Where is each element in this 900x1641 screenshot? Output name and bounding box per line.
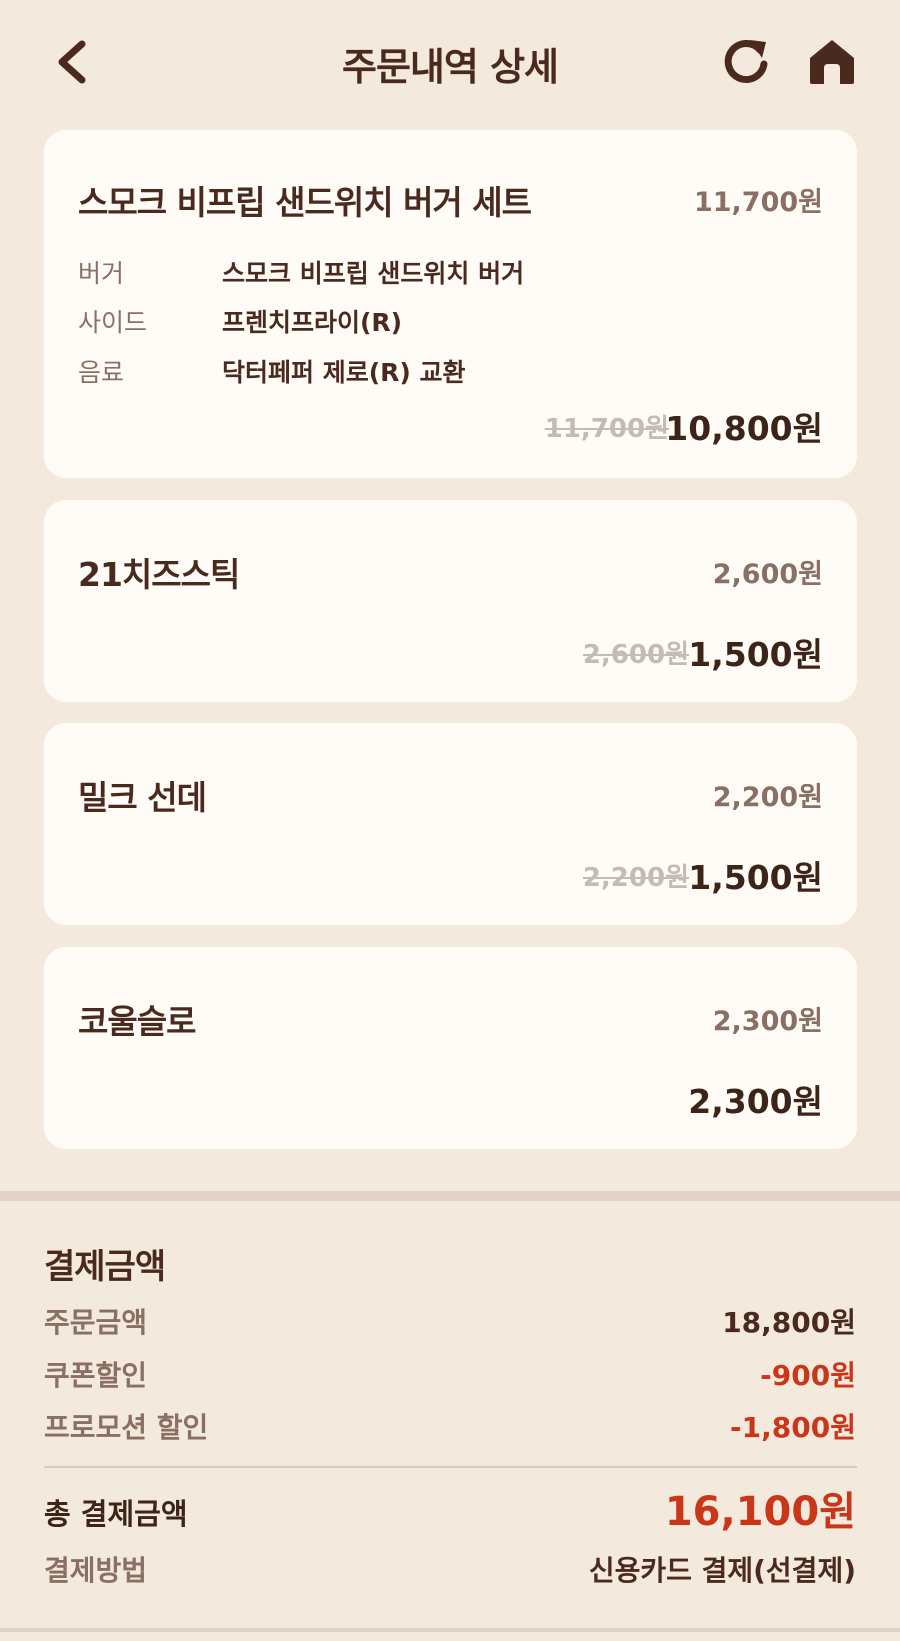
item-name: 밀크 선데 xyxy=(78,778,207,817)
payment-method-label: 결제방법 xyxy=(44,1554,148,1587)
order-amount-label: 주문금액 xyxy=(44,1306,148,1339)
section-divider xyxy=(0,1191,900,1201)
item-unit-price: 11,700원 xyxy=(693,187,823,218)
option-label: 버거 xyxy=(78,259,125,288)
original-price: 2,200원 xyxy=(582,863,689,893)
order-item-card: 21치즈스틱 2,600원 2,600원 1,500원 xyxy=(44,500,857,702)
option-value: 스모크 비프립 샌드위치 버거 xyxy=(222,259,525,288)
order-amount-value: 18,800원 xyxy=(722,1306,856,1339)
original-price: 11,700원 xyxy=(544,414,669,444)
item-unit-price: 2,200원 xyxy=(712,782,823,813)
order-item-card: 스모크 비프립 샌드위치 버거 세트 11,700원 버거 스모크 비프립 샌드… xyxy=(44,130,857,478)
total-amount-value: 16,100원 xyxy=(664,1489,856,1535)
item-unit-price: 2,600원 xyxy=(712,559,823,590)
coupon-discount-label: 쿠폰할인 xyxy=(44,1359,148,1392)
home-icon xyxy=(810,40,854,84)
option-label: 음료 xyxy=(78,358,125,387)
bottom-divider xyxy=(0,1628,900,1632)
item-name: 스모크 비프립 샌드위치 버거 세트 xyxy=(78,183,532,222)
final-price: 1,500원 xyxy=(688,858,823,897)
order-item-card: 밀크 선데 2,200원 2,200원 1,500원 xyxy=(44,723,857,925)
final-price: 2,300원 xyxy=(688,1082,823,1121)
order-item-card: 코울슬로 2,300원 2,300원 xyxy=(44,947,857,1149)
payment-divider xyxy=(44,1466,857,1468)
item-name: 21치즈스틱 xyxy=(78,555,240,594)
item-name: 코울슬로 xyxy=(78,1002,196,1041)
payment-title: 결제금액 xyxy=(44,1247,166,1287)
option-value: 프렌치프라이(R) xyxy=(222,308,403,337)
refresh-button[interactable] xyxy=(720,36,772,88)
item-unit-price: 2,300원 xyxy=(712,1006,823,1037)
promo-discount-value: -1,800원 xyxy=(730,1411,856,1444)
option-label: 사이드 xyxy=(78,308,148,337)
original-price: 2,600원 xyxy=(582,640,689,670)
payment-summary: 결제금액 주문금액 18,800원 쿠폰할인 -900원 프로모션 할인 -1,… xyxy=(0,1201,900,1641)
header: 주문내역 상세 xyxy=(0,0,900,120)
final-price: 10,800원 xyxy=(665,409,823,448)
refresh-icon xyxy=(724,40,768,83)
promo-discount-label: 프로모션 할인 xyxy=(44,1411,209,1444)
option-value: 닥터페퍼 제로(R) 교환 xyxy=(222,358,466,387)
home-button[interactable] xyxy=(806,36,858,88)
payment-method-value: 신용카드 결제(선결제) xyxy=(588,1554,856,1587)
coupon-discount-value: -900원 xyxy=(760,1359,856,1392)
total-amount-label: 총 결제금액 xyxy=(44,1497,188,1531)
final-price: 1,500원 xyxy=(688,635,823,674)
